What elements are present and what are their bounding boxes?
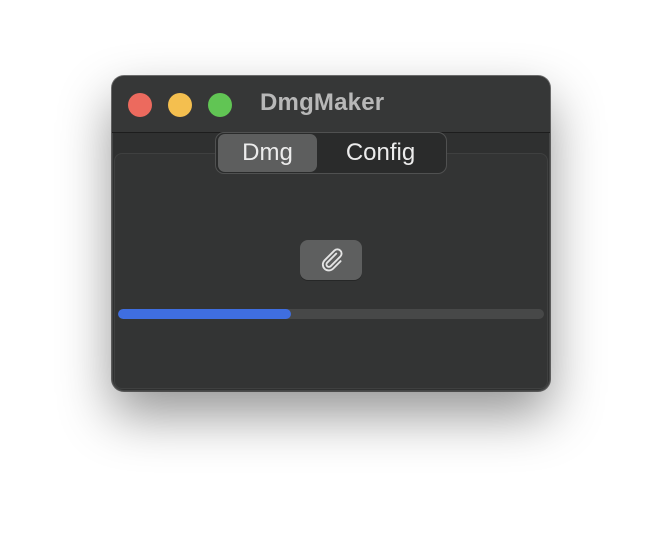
progress-fill (118, 309, 291, 319)
zoom-button[interactable] (208, 93, 232, 117)
paperclip-icon (321, 248, 343, 272)
progress-bar (118, 309, 544, 319)
app-window: DmgMaker Dmg Config (112, 76, 550, 391)
tab-dmg[interactable]: Dmg (218, 134, 317, 172)
tab-config[interactable]: Config (317, 134, 444, 172)
tab-bar: Dmg Config (215, 132, 447, 174)
window-title: DmgMaker (260, 89, 385, 116)
minimize-button[interactable] (168, 93, 192, 117)
close-button[interactable] (128, 93, 152, 117)
title-bar[interactable]: DmgMaker (112, 76, 550, 133)
attach-file-button[interactable] (300, 240, 362, 280)
